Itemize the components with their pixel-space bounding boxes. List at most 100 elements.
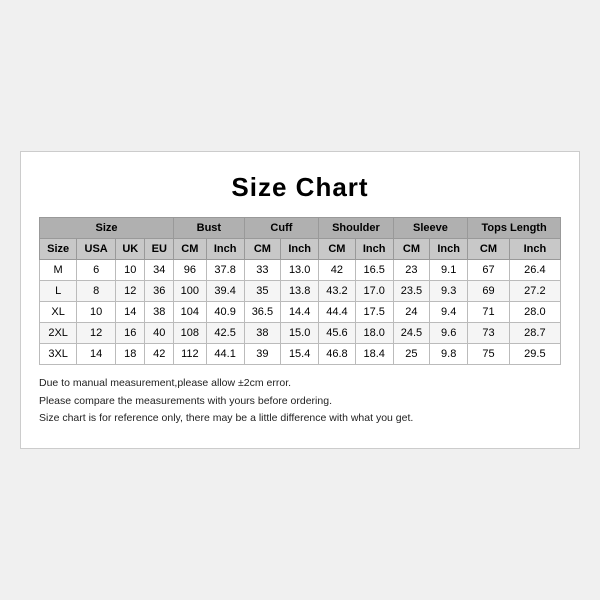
size-chart-card: Size Chart Size Bust Cuff Shoulder Sleev…: [20, 151, 580, 450]
table-cell: 46.8: [319, 343, 355, 364]
table-cell: 28.0: [509, 301, 560, 322]
table-cell: 44.1: [206, 343, 244, 364]
size-table: Size Bust Cuff Shoulder Sleeve Tops Leng…: [39, 217, 561, 365]
table-cell: 33: [244, 259, 280, 280]
table-cell: 38: [244, 322, 280, 343]
table-cell: 73: [468, 322, 510, 343]
header-row-2: Size USA UK EU CM Inch CM Inch CM Inch C…: [40, 238, 561, 259]
table-cell: 37.8: [206, 259, 244, 280]
table-cell: 39.4: [206, 280, 244, 301]
table-cell: 10: [116, 259, 145, 280]
header-tops-length: Tops Length: [468, 217, 561, 238]
table-cell: 2XL: [40, 322, 77, 343]
table-cell: 108: [174, 322, 207, 343]
table-cell: 10: [77, 301, 116, 322]
table-cell: M: [40, 259, 77, 280]
col-shoulder-inch: Inch: [355, 238, 393, 259]
table-cell: 28.7: [509, 322, 560, 343]
table-cell: XL: [40, 301, 77, 322]
table-cell: 69: [468, 280, 510, 301]
table-body: M610349637.83313.04216.5239.16726.4L8123…: [40, 259, 561, 364]
note-line: Please compare the measurements with you…: [39, 393, 561, 411]
header-sleeve: Sleeve: [393, 217, 468, 238]
table-cell: 38: [145, 301, 174, 322]
table-cell: 29.5: [509, 343, 560, 364]
table-cell: 12: [116, 280, 145, 301]
table-cell: 36: [145, 280, 174, 301]
note-line: Size chart is for reference only, there …: [39, 410, 561, 428]
table-row: M610349637.83313.04216.5239.16726.4: [40, 259, 561, 280]
header-cuff: Cuff: [244, 217, 319, 238]
table-cell: 40.9: [206, 301, 244, 322]
table-cell: 45.6: [319, 322, 355, 343]
table-cell: 36.5: [244, 301, 280, 322]
col-size: Size: [40, 238, 77, 259]
table-cell: 9.8: [430, 343, 468, 364]
table-cell: 16.5: [355, 259, 393, 280]
col-cuff-cm: CM: [244, 238, 280, 259]
col-sleeve-inch: Inch: [430, 238, 468, 259]
header-bust: Bust: [174, 217, 245, 238]
col-tops-inch: Inch: [509, 238, 560, 259]
table-cell: 100: [174, 280, 207, 301]
table-row: 2XL12164010842.53815.045.618.024.59.6732…: [40, 322, 561, 343]
table-cell: 23.5: [393, 280, 429, 301]
table-cell: 15.0: [281, 322, 319, 343]
col-tops-cm: CM: [468, 238, 510, 259]
table-cell: 24.5: [393, 322, 429, 343]
table-cell: 96: [174, 259, 207, 280]
table-cell: 14: [116, 301, 145, 322]
table-cell: 42: [145, 343, 174, 364]
col-bust-inch: Inch: [206, 238, 244, 259]
table-cell: 35: [244, 280, 280, 301]
col-usa: USA: [77, 238, 116, 259]
table-cell: 9.1: [430, 259, 468, 280]
col-eu: EU: [145, 238, 174, 259]
table-cell: 26.4: [509, 259, 560, 280]
table-cell: 23: [393, 259, 429, 280]
table-cell: 18: [116, 343, 145, 364]
table-cell: 39: [244, 343, 280, 364]
table-cell: 15.4: [281, 343, 319, 364]
table-cell: 42.5: [206, 322, 244, 343]
table-cell: 12: [77, 322, 116, 343]
table-cell: 17.0: [355, 280, 393, 301]
table-row: XL10143810440.936.514.444.417.5249.47128…: [40, 301, 561, 322]
col-sleeve-cm: CM: [393, 238, 429, 259]
table-cell: 27.2: [509, 280, 560, 301]
note-line: Due to manual measurement,please allow ±…: [39, 375, 561, 393]
table-cell: 71: [468, 301, 510, 322]
table-cell: 9.6: [430, 322, 468, 343]
table-cell: 43.2: [319, 280, 355, 301]
col-shoulder-cm: CM: [319, 238, 355, 259]
table-cell: 104: [174, 301, 207, 322]
col-cuff-inch: Inch: [281, 238, 319, 259]
table-cell: 18.0: [355, 322, 393, 343]
page-title: Size Chart: [39, 172, 561, 203]
table-cell: 18.4: [355, 343, 393, 364]
header-size: Size: [40, 217, 174, 238]
table-cell: 67: [468, 259, 510, 280]
header-shoulder: Shoulder: [319, 217, 394, 238]
col-bust-cm: CM: [174, 238, 207, 259]
col-uk: UK: [116, 238, 145, 259]
table-cell: 40: [145, 322, 174, 343]
header-row-1: Size Bust Cuff Shoulder Sleeve Tops Leng…: [40, 217, 561, 238]
table-cell: 13.0: [281, 259, 319, 280]
table-cell: 3XL: [40, 343, 77, 364]
table-cell: 14: [77, 343, 116, 364]
table-cell: 34: [145, 259, 174, 280]
table-cell: 17.5: [355, 301, 393, 322]
table-cell: 6: [77, 259, 116, 280]
table-cell: 112: [174, 343, 207, 364]
table-cell: 25: [393, 343, 429, 364]
table-cell: 42: [319, 259, 355, 280]
notes-section: Due to manual measurement,please allow ±…: [39, 375, 561, 429]
table-cell: 9.3: [430, 280, 468, 301]
table-row: L8123610039.43513.843.217.023.59.36927.2: [40, 280, 561, 301]
table-cell: 8: [77, 280, 116, 301]
table-cell: 14.4: [281, 301, 319, 322]
table-cell: 24: [393, 301, 429, 322]
table-cell: 44.4: [319, 301, 355, 322]
table-cell: 9.4: [430, 301, 468, 322]
